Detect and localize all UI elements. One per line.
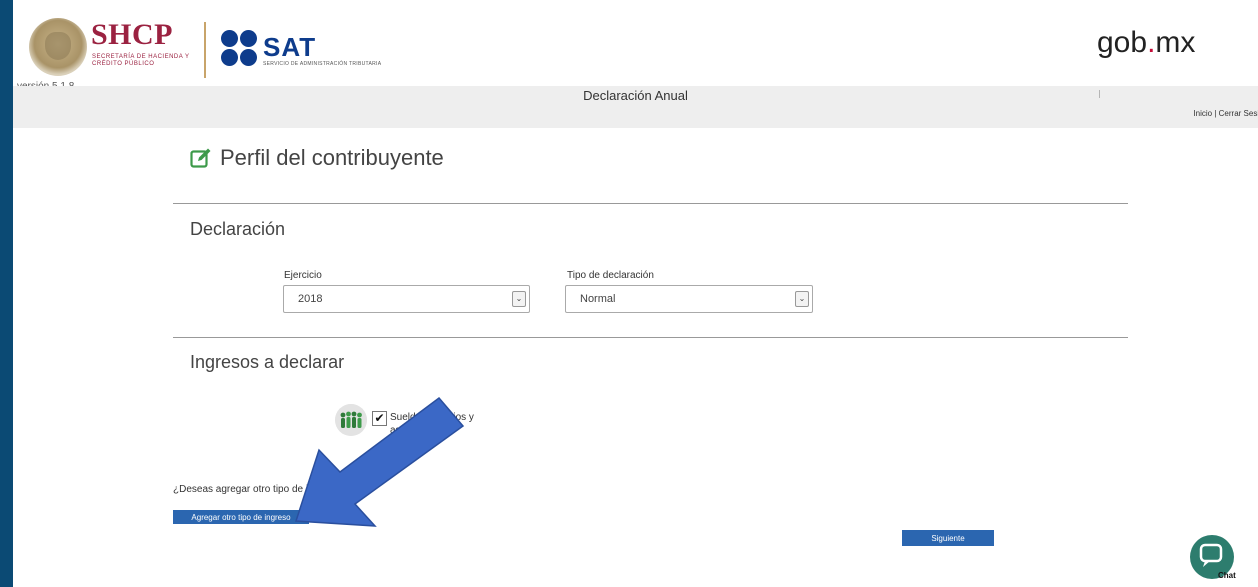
session-links[interactable]: Inicio | Cerrar Sesión [1193,109,1258,118]
edit-icon [190,148,211,168]
page-title: Declaración Anual [583,88,688,103]
next-button[interactable]: Siguiente [902,530,994,546]
tipo-value: Normal [580,293,616,305]
divider-2 [173,337,1128,338]
page: versión 5.1.8 SHCP SECRETARÍA DE HACIEND… [13,0,1258,587]
chevron-down-icon[interactable]: ⌄ [512,291,526,307]
divider-1 [173,203,1128,204]
declaracion-heading: Declaración [190,219,286,239]
mexico-seal-icon [29,18,87,76]
people-icon [335,404,367,436]
ejercicio-select[interactable]: 2018 ⌄ [283,285,530,313]
income-label: Sueldos, salarios y asimilados [390,412,474,436]
tipo-select[interactable]: Normal ⌄ [565,285,813,313]
sat-subtitle: SERVICIO DE ADMINISTRACIÓN TRIBUTARIA [263,61,382,67]
ejercicio-value: 2018 [298,293,323,305]
shcp-subtitle: SECRETARÍA DE HACIENDA Y CRÉDITO PÚBLICO [92,54,190,67]
header: versión 5.1.8 SHCP SECRETARÍA DE HACIEND… [13,8,1258,92]
gob-mx-logo[interactable]: gob.mx [1097,26,1195,60]
sat-logo-text[interactable]: SAT [263,32,316,63]
chevron-down-icon[interactable]: ⌄ [795,291,809,307]
subheader-bar: Declaración Anual Inicio | Cerrar Sesión [13,86,1258,128]
profile-title: Perfil del contribuyente [220,145,444,170]
sat-logo-icon[interactable] [221,30,257,66]
ejercicio-label: Ejercicio [284,270,322,281]
gob-prefix: gob [1097,26,1148,59]
subheader-divider [1099,90,1100,98]
chat-label[interactable]: Chat [1218,571,1236,580]
ingresos-heading: Ingresos a declarar [190,352,345,372]
tipo-label: Tipo de declaración [567,270,654,281]
logo-divider [204,22,206,78]
profile-heading: Perfil del contribuyente [190,145,444,171]
shcp-logo-text[interactable]: SHCP [91,18,173,52]
add-income-question: ¿Deseas agregar otro tipo de ingreso? [173,484,345,495]
income-checkbox[interactable]: ✔ [372,411,387,426]
add-income-button[interactable]: Agregar otro tipo de ingreso [173,510,309,524]
gob-suffix: mx [1155,26,1196,59]
